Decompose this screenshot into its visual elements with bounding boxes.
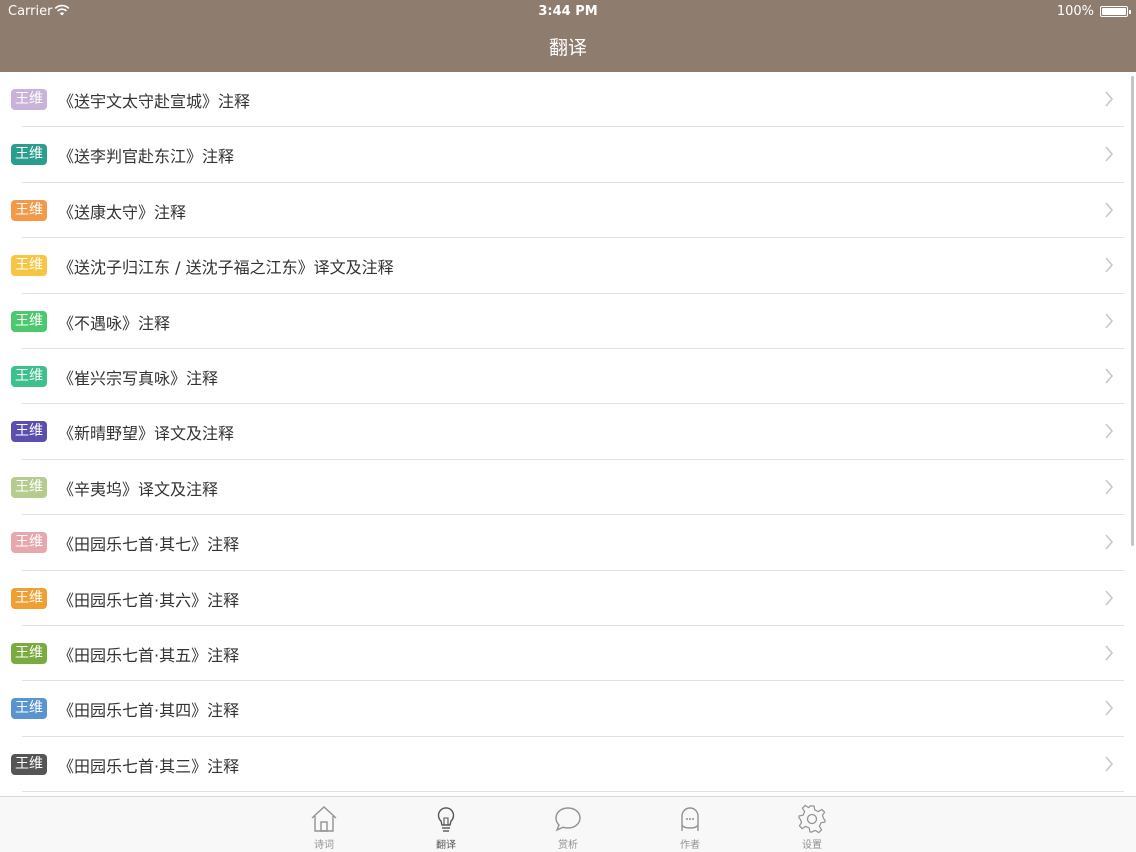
chevron-right-icon [1105,257,1114,273]
author-badge: 王维 [11,255,47,277]
list-item[interactable]: 王维 《辛夷坞》译文及注释 [0,460,1136,516]
lightbulb-icon [437,807,455,832]
chevron-right-icon [1105,368,1114,384]
author-badge: 王维 [11,199,47,221]
item-title: 《田园乐七首·其六》注释 [58,590,240,610]
tab-label: 作者 [680,840,700,851]
author-badge: 王维 [11,642,47,664]
page-title: 翻译 [548,37,587,59]
author-badge: 王维 [11,753,47,775]
author-badge: 王维 [11,144,47,166]
item-title: 《送康太守》注释 [58,202,187,222]
home-icon [311,806,337,832]
tab-translation[interactable]: 翻译 [406,803,486,851]
chevron-right-icon [1105,423,1114,439]
author-badge: 王维 [11,698,47,720]
chevron-right-icon [1105,645,1114,661]
chevron-right-icon [1105,589,1114,606]
tab-label: 赏析 [558,840,578,851]
item-title: 《送宇文太守赴宣城》注释 [58,92,251,111]
gear-icon [798,804,826,834]
status-bar: Carrier 3:44 PM 100% [0,0,1136,22]
author-badge: 王维 [11,532,47,554]
item-title: 《田园乐七首·其四》注释 [58,701,240,721]
list-item[interactable]: 王维 《崔兴宗写真咏》注释 [0,349,1136,405]
item-title: 《送沈子归江东 / 送沈子福之江东》译文及注释 [58,258,394,278]
author-badge: 王维 [11,476,47,498]
list-item[interactable]: 王维 《新晴野望》译文及注释 [0,404,1136,461]
item-title: 《崔兴宗写真咏》注释 [58,368,219,388]
item-title: 《田园乐七首·其七》注释 [58,535,240,555]
tab-label: 诗词 [314,840,334,851]
item-title: 《田园乐七首·其五》注释 [58,645,240,665]
author-badge: 王维 [11,310,47,332]
scroll-indicator[interactable] [1131,76,1134,546]
chevron-right-icon [1105,756,1114,772]
chevron-right-icon [1105,313,1114,329]
tab-settings[interactable]: 设置 [772,803,852,851]
tab-poems[interactable]: 诗词 [284,803,364,851]
list-item[interactable]: 王维 《送宇文太守赴宣城》注释 [0,72,1136,128]
chevron-right-icon [1105,91,1114,107]
item-title: 《不遇咏》注释 [58,313,171,333]
list-item[interactable]: 王维 《送康太守》注释 [0,183,1136,239]
item-title: 《田园乐七首·其三》注释 [58,756,240,776]
translation-list[interactable]: 王维 《送宇文太守赴宣城》注释 王维 《送李判官赴东江》注释 王维 《送康太守》… [0,72,1136,796]
chevron-right-icon [1105,479,1114,495]
list-item[interactable]: 王维 《田园乐七首·其三》注释 [0,737,1136,793]
status-time: 3:44 PM [538,4,598,19]
tab-label: 翻译 [436,840,456,851]
chevron-right-icon [1105,534,1114,550]
person-face-icon [681,807,699,831]
battery-icon [1100,6,1131,17]
author-badge: 王维 [11,365,47,387]
list-item[interactable]: 王维 《田园乐七首·其七》注释 [0,515,1136,571]
list-item[interactable]: 王维 《田园乐七首·其五》注释 [0,626,1136,682]
list-item[interactable]: 王维 《田园乐七首·其六》注释 [0,571,1136,627]
author-badge: 王维 [11,89,47,110]
list-item[interactable]: 王维 《不遇咏》注释 [0,294,1136,350]
list-item[interactable]: 王维 《送李判官赴东江》注释 [0,127,1136,184]
author-badge: 王维 [11,421,47,443]
author-badge: 王维 [11,587,47,609]
item-title: 《送李判官赴东江》注释 [58,147,235,167]
chat-bubble-icon [555,807,581,832]
item-title: 《辛夷坞》译文及注释 [58,479,219,499]
navigation-header: Carrier 3:44 PM 100% 翻译 [0,0,1136,72]
tab-label: 设置 [802,840,822,851]
chevron-right-icon [1105,146,1114,162]
tab-authors[interactable]: 作者 [650,803,730,851]
item-title: 《新晴野望》译文及注释 [58,424,235,444]
chevron-right-icon [1105,202,1114,218]
list-item[interactable]: 王维 《送沈子归江东 / 送沈子福之江东》译文及注释 [0,238,1136,294]
chevron-right-icon [1105,700,1114,716]
tab-appreciation[interactable]: 赏析 [528,803,608,851]
battery-percent: 100% [1056,4,1094,19]
tab-bar: 诗词 翻译 赏析 作者 设置 [0,796,1136,852]
list-item[interactable]: 王维 《田园乐七首·其四》注释 [0,681,1136,738]
